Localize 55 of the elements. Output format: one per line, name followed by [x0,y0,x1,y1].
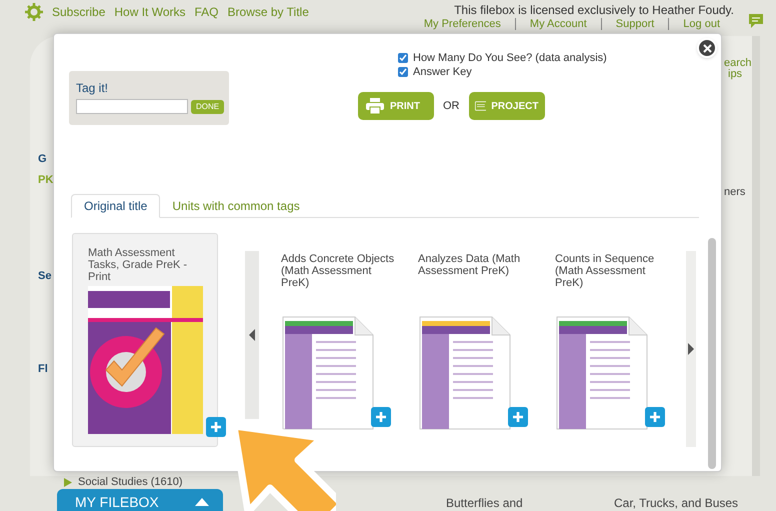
account-link[interactable]: Support [600,18,668,30]
plus-icon [210,421,222,433]
done-button[interactable]: DONE [191,100,224,114]
plus-icon [375,411,387,423]
search-tips-link[interactable]: earch [724,58,752,69]
add-button[interactable] [645,407,665,427]
or-text: OR [443,98,460,114]
project-button[interactable]: PROJECT [468,92,544,120]
plus-icon [649,411,661,423]
right-arrow-icon [688,343,694,355]
plus-icon [512,411,524,423]
tab[interactable]: Units with common tags [160,194,312,218]
filebox-tab[interactable]: MY FILEBOX [57,489,223,511]
add-button[interactable] [371,407,391,427]
add-button[interactable] [206,417,226,437]
checkbox[interactable] [398,53,408,63]
nav-link[interactable]: How It Works [114,3,186,21]
tree-item[interactable]: Social Studies (1610) [78,476,183,488]
chat-icon [748,13,764,29]
tab[interactable]: Original title [71,194,160,218]
gear-icon [25,3,43,21]
close-button[interactable] [697,38,717,58]
card-title: Butterflies and [446,495,523,511]
section-heading: G [38,152,47,167]
tag-label: Tag it! [76,80,110,97]
screen-icon [474,99,486,113]
unit-title: Adds Concrete Objects (Math Assessment PreK) [281,253,396,291]
license-text: This filebox is licensed exclusively to Heather Foudy. [454,3,734,17]
option-label: Answer Key [413,66,472,78]
grade-label: PK [38,172,54,188]
left-arrow-icon [249,329,255,341]
card-title: Car, Trucks, and Buses [614,495,738,511]
printer-icon [366,98,384,114]
caret-icon [195,498,209,506]
account-link[interactable]: My Account [514,18,601,30]
section-heading: Se [38,269,52,284]
search-tips-link[interactable]: ips [724,69,742,80]
account-link[interactable]: My Preferences [410,18,515,30]
nav-link[interactable]: Subscribe [52,3,106,21]
expand-icon[interactable] [64,478,72,486]
section-heading: Fl [38,362,48,376]
sidebar-text: ners [724,185,746,200]
option-label: How Many Do You See? (data analysis) [413,52,607,64]
account-link[interactable]: Log out [668,18,734,30]
add-button[interactable] [508,407,528,427]
checkbox[interactable] [398,67,408,77]
unit-title: Analyzes Data (Math Assessment PreK) [418,253,522,279]
close-icon [702,44,712,52]
scrollbar-thumb[interactable] [708,238,716,469]
unit-title: Counts in Sequence (Math Assessment PreK) [555,253,656,291]
nav-link[interactable]: Browse by Title [228,3,309,21]
book-title: Math Assessment Tasks, Grade PreK - Print [88,247,188,283]
nav-link[interactable]: FAQ [194,3,219,21]
tag-input[interactable] [76,99,188,114]
print-button[interactable]: PRINT [358,92,434,120]
